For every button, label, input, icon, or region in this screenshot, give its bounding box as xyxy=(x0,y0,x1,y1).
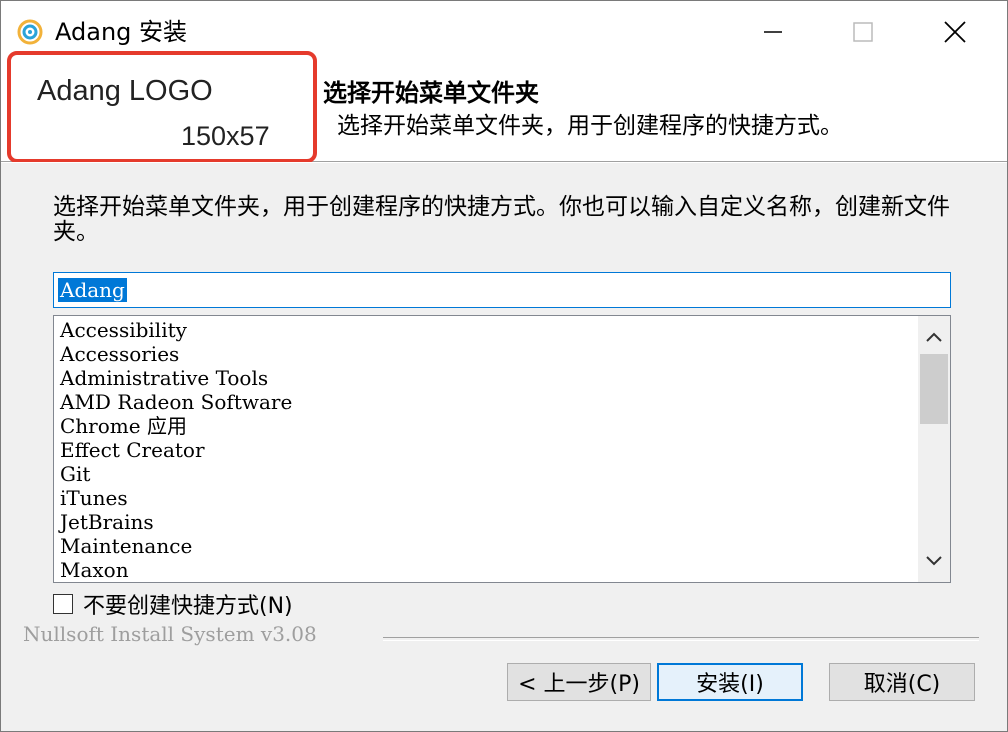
list-item[interactable]: iTunes xyxy=(60,486,910,510)
list-item[interactable]: Maintenance xyxy=(60,534,910,558)
cancel-button[interactable]: 取消(C) xyxy=(829,663,975,701)
page-description: 选择开始菜单文件夹，用于创建程序的快捷方式。你也可以输入自定义名称，创建新文件夹… xyxy=(53,194,950,245)
scroll-up-button[interactable] xyxy=(918,322,950,352)
chevron-down-icon xyxy=(926,556,942,566)
scroll-thumb[interactable] xyxy=(920,354,948,424)
minimize-button[interactable] xyxy=(743,9,803,55)
header-divider xyxy=(1,162,1007,163)
window-title: Adang 安装 xyxy=(55,18,188,46)
list-item[interactable]: Administrative Tools xyxy=(60,366,910,390)
logo-placeholder: Adang LOGO 150x57 xyxy=(7,51,317,163)
logo-title: Adang LOGO xyxy=(37,75,213,107)
list-item[interactable]: Effect Creator xyxy=(60,438,910,462)
app-icon xyxy=(17,19,43,45)
chevron-up-icon xyxy=(926,332,942,342)
installer-window: Adang 安装 Adang LOGO 150x57 选择开始菜单文件夹 选择开… xyxy=(0,0,1008,732)
branding-divider xyxy=(383,637,979,641)
folder-list-items: Accessibility Accessories Administrative T… xyxy=(60,318,910,582)
list-item[interactable]: AMD Radeon Software xyxy=(60,390,910,414)
install-button[interactable]: 安装(I) xyxy=(657,663,803,701)
list-item[interactable]: Git xyxy=(60,462,910,486)
start-menu-folder-list[interactable]: Accessibility Accessories Administrative T… xyxy=(53,315,951,583)
list-item[interactable]: Chrome 应用 xyxy=(60,414,910,438)
list-item[interactable]: Maxon xyxy=(60,558,910,582)
close-icon xyxy=(944,21,966,43)
start-menu-folder-input[interactable]: Adang xyxy=(53,272,951,308)
minimize-icon xyxy=(764,31,782,33)
list-item[interactable]: Accessories xyxy=(60,342,910,366)
page-title: 选择开始菜单文件夹 xyxy=(323,79,539,107)
back-button[interactable]: < 上一步(P) xyxy=(507,663,651,701)
maximize-icon xyxy=(853,22,873,42)
list-item[interactable]: Accessibility xyxy=(60,318,910,342)
list-item[interactable]: JetBrains xyxy=(60,510,910,534)
no-shortcuts-option[interactable]: 不要创建快捷方式(N) xyxy=(53,588,293,620)
wizard-header: Adang LOGO 150x57 选择开始菜单文件夹 选择开始菜单文件夹，用于… xyxy=(1,51,1007,163)
list-scrollbar[interactable] xyxy=(918,316,950,582)
folder-input-value[interactable]: Adang xyxy=(58,278,127,302)
no-shortcuts-label[interactable]: 不要创建快捷方式(N) xyxy=(83,588,293,620)
logo-size: 150x57 xyxy=(181,121,270,151)
close-button[interactable] xyxy=(925,9,985,55)
scroll-down-button[interactable] xyxy=(918,546,950,576)
page-subtitle: 选择开始菜单文件夹，用于创建程序的快捷方式。 xyxy=(337,113,843,139)
no-shortcuts-checkbox[interactable] xyxy=(53,594,73,614)
maximize-button[interactable] xyxy=(833,9,893,55)
nsis-branding: Nullsoft Install System v3.08 xyxy=(23,622,317,646)
